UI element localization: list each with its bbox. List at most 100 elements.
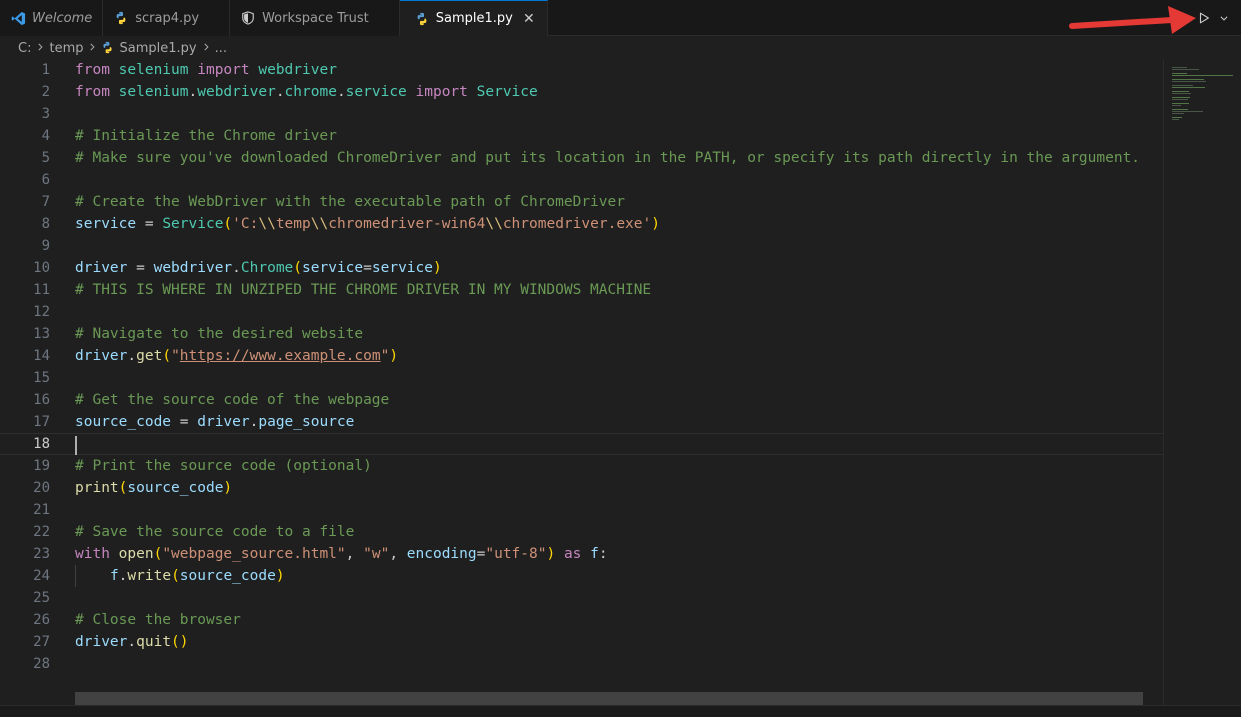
editor-tab-bar: Welcome scrap4.py Workspace Trust Sample… bbox=[0, 0, 1241, 36]
line-number: 26 bbox=[33, 612, 50, 628]
code-line[interactable] bbox=[75, 103, 1163, 125]
code-line[interactable] bbox=[75, 653, 1163, 675]
code-line[interactable]: from selenium.webdriver.chrome.service i… bbox=[75, 81, 1163, 103]
code-line[interactable] bbox=[75, 587, 1163, 609]
editor-actions bbox=[1195, 0, 1231, 36]
tab-label: Workspace Trust bbox=[262, 10, 369, 26]
code-line[interactable]: driver.quit() bbox=[75, 631, 1163, 653]
minimap-line bbox=[1172, 69, 1199, 70]
python-icon bbox=[101, 41, 115, 55]
minimap-line bbox=[1172, 93, 1191, 94]
shield-icon bbox=[240, 10, 256, 26]
breadcrumb-folder[interactable]: temp bbox=[49, 41, 83, 56]
code-editor[interactable]: 1 2 3 4 5 6 7 8 9 10 11 12 13 14 15 16 17 18 19 20 21 22 23 24 2… bbox=[0, 59, 1163, 693]
line-number: 17 bbox=[33, 414, 50, 430]
code-line[interactable] bbox=[75, 499, 1163, 521]
minimap-line bbox=[1172, 109, 1188, 110]
minimap-line bbox=[1172, 97, 1190, 98]
minimap-line bbox=[1172, 99, 1188, 100]
breadcrumb-drive[interactable]: C: bbox=[18, 41, 31, 56]
code-line[interactable]: # Save the source code to a file bbox=[75, 521, 1163, 543]
vscode-logo-icon bbox=[10, 10, 26, 26]
code-line[interactable]: # Make sure you've downloaded ChromeDriv… bbox=[75, 147, 1163, 169]
code-line[interactable]: service = Service('C:\\temp\\chromedrive… bbox=[75, 213, 1163, 235]
chevron-right-icon bbox=[201, 42, 211, 55]
code-line[interactable]: # Close the browser bbox=[75, 609, 1163, 631]
python-icon bbox=[113, 10, 129, 26]
tab-label: scrap4.py bbox=[135, 10, 200, 26]
minimap-line bbox=[1172, 113, 1184, 114]
tab-scrap4[interactable]: scrap4.py bbox=[103, 0, 231, 36]
breadcrumb: C: temp Sample1.py ... bbox=[0, 37, 1241, 59]
minimap-line bbox=[1172, 105, 1181, 106]
line-number: 19 bbox=[33, 458, 50, 474]
minimap-line bbox=[1172, 87, 1205, 88]
line-number: 14 bbox=[33, 348, 50, 364]
tab-sample1[interactable]: Sample1.py ✕ bbox=[399, 0, 548, 36]
code-line[interactable]: with open("webpage_source.html", "w", en… bbox=[75, 543, 1163, 565]
code-line[interactable]: driver.get("https://www.example.com") bbox=[75, 345, 1163, 367]
line-number: 15 bbox=[33, 370, 50, 386]
tab-label: Welcome bbox=[32, 10, 93, 26]
panel-edge bbox=[0, 705, 1241, 717]
line-number: 25 bbox=[33, 590, 50, 606]
text-cursor bbox=[75, 435, 77, 455]
code-line[interactable]: # Get the source code of the webpage bbox=[75, 389, 1163, 411]
code-line[interactable]: print(source_code) bbox=[75, 477, 1163, 499]
horizontal-scrollbar[interactable] bbox=[75, 692, 1143, 705]
minimap-line bbox=[1172, 103, 1189, 104]
tab-workspace-trust[interactable]: Workspace Trust bbox=[230, 0, 400, 36]
code-line[interactable]: source_code = driver.page_source bbox=[75, 411, 1163, 433]
line-number: 6 bbox=[41, 172, 50, 188]
line-number: 9 bbox=[41, 238, 50, 254]
line-number: 13 bbox=[33, 326, 50, 342]
code-line[interactable]: f.write(source_code) bbox=[75, 565, 1163, 587]
line-number: 27 bbox=[33, 634, 50, 650]
line-number: 12 bbox=[33, 304, 50, 320]
line-number: 5 bbox=[41, 150, 50, 166]
line-number: 8 bbox=[41, 216, 50, 232]
code-line[interactable]: # THIS IS WHERE IN UNZIPED THE CHROME DR… bbox=[75, 279, 1163, 301]
chevron-down-icon[interactable] bbox=[1217, 9, 1231, 27]
red-arrow-annotation bbox=[1069, 6, 1196, 34]
line-number: 1 bbox=[41, 62, 50, 78]
code-line[interactable]: # Create the WebDriver with the executab… bbox=[75, 191, 1163, 213]
code-line[interactable] bbox=[75, 301, 1163, 323]
line-number: 16 bbox=[33, 392, 50, 408]
line-number: 10 bbox=[33, 260, 50, 276]
line-number: 28 bbox=[33, 656, 50, 672]
code-line[interactable]: driver = webdriver.Chrome(service=servic… bbox=[75, 257, 1163, 279]
minimap-line bbox=[1172, 111, 1203, 112]
tab-welcome[interactable]: Welcome bbox=[0, 0, 104, 36]
code-line[interactable] bbox=[0, 433, 1163, 455]
line-number: 4 bbox=[41, 128, 50, 144]
tab-label: Sample1.py bbox=[435, 11, 513, 26]
code-line[interactable]: # Initialize the Chrome driver bbox=[75, 125, 1163, 147]
minimap-line bbox=[1172, 117, 1182, 118]
chevron-right-icon bbox=[35, 42, 45, 55]
minimap-line bbox=[1172, 73, 1187, 74]
minimap-line bbox=[1172, 85, 1193, 86]
code-line[interactable] bbox=[75, 169, 1163, 191]
code-line[interactable] bbox=[75, 235, 1163, 257]
code-line[interactable]: # Navigate to the desired website bbox=[75, 323, 1163, 345]
code-line[interactable]: # Print the source code (optional) bbox=[75, 455, 1163, 477]
line-number: 2 bbox=[41, 84, 50, 100]
close-icon[interactable]: ✕ bbox=[521, 11, 537, 27]
line-number: 11 bbox=[33, 282, 50, 298]
minimap-line bbox=[1172, 91, 1189, 92]
breadcrumb-more[interactable]: ... bbox=[215, 41, 227, 56]
code-line[interactable] bbox=[75, 367, 1163, 389]
minimap-line bbox=[1172, 67, 1187, 68]
code-area[interactable]: from selenium import webdriver from selen… bbox=[0, 59, 1163, 675]
line-number-gutter: 1 2 3 4 5 6 7 8 9 10 11 12 13 14 15 16 17 18 19 20 21 22 23 24 2… bbox=[0, 59, 60, 675]
minimap[interactable] bbox=[1163, 59, 1241, 705]
chevron-right-icon bbox=[87, 42, 97, 55]
code-line[interactable]: from selenium import webdriver bbox=[75, 59, 1163, 81]
breadcrumb-file[interactable]: Sample1.py bbox=[119, 41, 196, 56]
minimap-line bbox=[1172, 81, 1206, 82]
indent-guide bbox=[75, 565, 76, 587]
line-number: 24 bbox=[33, 568, 50, 584]
line-number: 21 bbox=[33, 502, 50, 518]
line-number: 7 bbox=[41, 194, 50, 210]
